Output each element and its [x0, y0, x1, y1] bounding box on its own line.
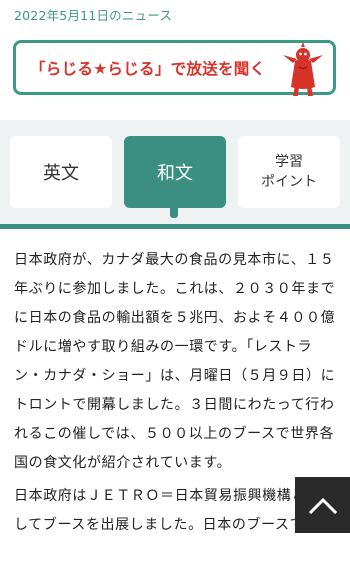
tab-japanese-label: 和文 [157, 163, 193, 184]
mascot-icon [283, 42, 323, 96]
article-body: 日本政府が、カナダ最大の食品の見本市に、１５年ぶりに参加しました。これは、２０３… [14, 246, 336, 540]
tab-english-label: 英文 [43, 163, 79, 184]
chevron-up-icon [308, 497, 337, 514]
tab-learning-points-line1: 学習 [275, 154, 303, 170]
radio-listen-button[interactable]: 「らじる★らじる」で放送を聞く [13, 40, 336, 96]
tab-learning-points-line2: ポイント [261, 174, 317, 190]
article-paragraph: 日本政府はＪＥＴＲＯ＝日本貿易振興機構と連携してブースを出展しました。日本のブー… [14, 488, 336, 533]
radio-listen-label: 「らじる★らじる」で放送を聞く [30, 59, 266, 78]
article-paragraph: 日本政府が、カナダ最大の食品の見本市に、１５年ぶりに参加しました。これは、２０３… [14, 252, 336, 471]
selected-tab-indicator [170, 206, 178, 218]
scroll-to-top-button[interactable] [295, 477, 350, 533]
tab-english[interactable]: 英文 [10, 136, 112, 208]
tab-japanese[interactable]: 和文 [124, 136, 226, 208]
news-date: 2022年5月11日のニュース [14, 8, 173, 23]
section-divider [0, 224, 350, 229]
tab-learning-points[interactable]: 学習 ポイント [238, 136, 340, 208]
